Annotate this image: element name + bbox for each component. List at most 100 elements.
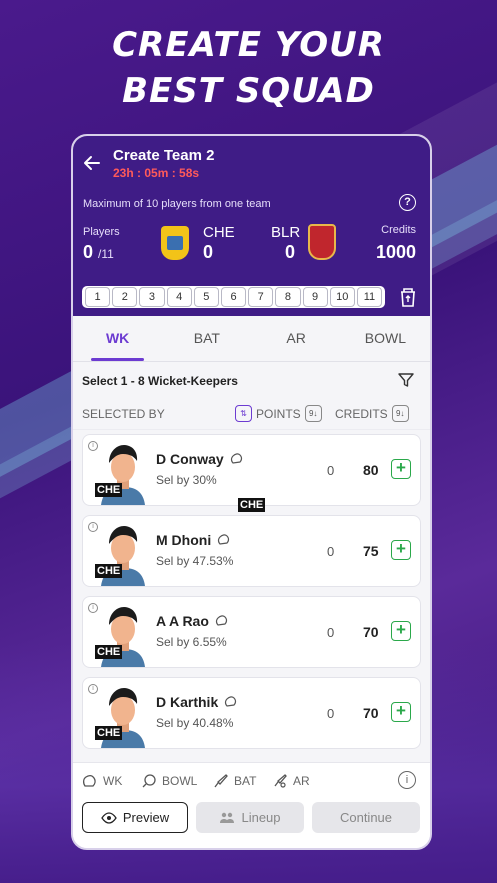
slot: 8 xyxy=(275,287,301,307)
team1-name: CHE xyxy=(203,224,235,241)
player-points: 0 xyxy=(327,625,335,640)
page-title: Create Team 2 xyxy=(113,147,215,164)
slot: 1 xyxy=(85,287,111,307)
footer-actions: Preview Lineup Continue xyxy=(73,798,430,848)
tab-wk[interactable]: WK xyxy=(73,316,162,361)
players-count: 0 /11 xyxy=(83,242,114,262)
player-credits: 75 xyxy=(363,543,379,559)
headline-line2: BEST SQUAD xyxy=(122,71,375,111)
back-arrow-icon[interactable] xyxy=(83,154,101,172)
preview-button[interactable]: Preview xyxy=(82,802,188,833)
slot: 4 xyxy=(166,287,192,307)
team-tag: CHE xyxy=(95,726,123,740)
slot: 11 xyxy=(356,287,383,307)
add-player-button[interactable]: + xyxy=(391,540,411,560)
player-credits: 70 xyxy=(363,705,379,721)
slot: 6 xyxy=(220,287,247,307)
slot: 10 xyxy=(329,287,355,307)
legend-bowl: BOWL xyxy=(141,773,197,789)
legend-info-icon[interactable]: i xyxy=(398,771,416,789)
selected-by: Sel by 30% xyxy=(156,473,217,487)
slot: 3 xyxy=(139,287,165,307)
section-header: Select 1 - 8 Wicket-Keepers xyxy=(73,362,430,400)
player-name: D Conway xyxy=(156,451,244,467)
legend-wk: WK xyxy=(82,773,122,789)
role-legend: WK BOWL BAT AR i xyxy=(73,762,430,798)
section-label: Select 1 - 8 Wicket-Keepers xyxy=(82,374,238,388)
bat-icon xyxy=(214,774,228,788)
add-player-button[interactable]: + xyxy=(391,702,411,722)
max-players-note: Maximum of 10 players from one team xyxy=(83,198,271,210)
eye-icon xyxy=(101,811,117,824)
filter-icon[interactable] xyxy=(398,372,414,388)
sort-credits[interactable]: CREDITS 9↓ xyxy=(335,405,409,422)
add-player-button[interactable]: + xyxy=(391,459,411,479)
player-card[interactable]: i CHE D Karthik Sel by 40.48% 0 70 + xyxy=(82,677,421,749)
slot: 9 xyxy=(302,287,328,307)
team-tag: CHE xyxy=(95,564,123,578)
sort-points[interactable]: ⇅ POINTS 9↓ xyxy=(235,405,322,422)
team-tag: CHE xyxy=(95,483,123,497)
slot: 2 xyxy=(112,287,138,307)
add-player-button[interactable]: + xyxy=(391,621,411,641)
player-credits: 80 xyxy=(363,462,379,478)
slot: 5 xyxy=(193,287,219,307)
sort-selected-by[interactable]: SELECTED BY xyxy=(82,407,165,421)
team-tag: CHE xyxy=(95,645,123,659)
help-icon[interactable]: ? xyxy=(399,194,416,211)
player-points: 0 xyxy=(327,706,335,721)
credits-label: Credits xyxy=(381,224,416,236)
sort-numeric-icon: 9↓ xyxy=(304,405,322,422)
legend-bat: BAT xyxy=(213,773,256,789)
team1-score: 0 xyxy=(203,242,214,262)
player-points: 0 xyxy=(327,544,335,559)
selected-by: Sel by 6.55% xyxy=(156,635,227,649)
phone-screen: Create Team 2 23h : 05m : 58s Maximum of… xyxy=(71,134,432,850)
credits-value: 1000 xyxy=(375,242,416,262)
player-list: i CHE D Conway Sel by 30% 0 80 + i CHE M… xyxy=(73,430,430,762)
players-label: Players xyxy=(83,226,120,238)
tab-bat[interactable]: BAT xyxy=(162,316,251,361)
team2-name: BLR xyxy=(271,224,301,241)
glove-icon xyxy=(218,534,230,545)
player-name: A A Rao xyxy=(156,613,229,629)
player-slots: 1 2 3 4 5 6 7 8 9 10 11 xyxy=(82,286,385,308)
allrounder-icon xyxy=(274,774,287,788)
sort-arrows-icon: ⇅ xyxy=(235,405,252,422)
headline-line1: CREATE YOUR xyxy=(112,25,385,65)
glove-icon xyxy=(225,696,237,707)
player-card[interactable]: i CHE A A Rao Sel by 6.55% 0 70 + xyxy=(82,596,421,668)
sort-credits-label: CREDITS xyxy=(335,406,388,421)
legend-ar: AR xyxy=(272,773,310,789)
clear-team-icon[interactable] xyxy=(398,286,418,308)
glove-icon xyxy=(230,453,242,464)
glove-icon xyxy=(82,774,96,787)
people-icon xyxy=(220,812,235,823)
glove-icon xyxy=(215,615,227,626)
continue-button[interactable]: Continue xyxy=(312,802,420,833)
floating-team-tag: CHE xyxy=(238,498,266,512)
role-tabs: WK BAT AR BOWL xyxy=(73,316,430,362)
sort-row: SELECTED BY ⇅ POINTS 9↓ CREDITS 9↓ xyxy=(73,400,430,430)
player-points: 0 xyxy=(327,463,335,478)
team1-logo xyxy=(161,226,189,260)
team-header: Create Team 2 23h : 05m : 58s Maximum of… xyxy=(73,136,430,316)
team2-score: 0 xyxy=(285,242,296,262)
player-name: D Karthik xyxy=(156,694,238,710)
player-name: M Dhoni xyxy=(156,532,231,548)
player-card[interactable]: i CHE D Conway Sel by 30% 0 80 + xyxy=(82,434,421,506)
promo-headline: CREATE YOUR BEST SQUAD xyxy=(0,22,497,114)
sort-points-label: POINTS xyxy=(256,406,301,421)
selected-by: Sel by 47.53% xyxy=(156,554,234,568)
team2-logo xyxy=(308,224,336,260)
countdown-timer: 23h : 05m : 58s xyxy=(113,166,200,180)
slot: 7 xyxy=(248,287,274,307)
tab-ar[interactable]: AR xyxy=(252,316,341,361)
ball-icon xyxy=(142,774,156,788)
tab-bowl[interactable]: BOWL xyxy=(341,316,430,361)
sort-numeric-icon: 9↓ xyxy=(391,405,409,422)
selected-by: Sel by 40.48% xyxy=(156,716,234,730)
player-credits: 70 xyxy=(363,624,379,640)
player-card[interactable]: i CHE M Dhoni Sel by 47.53% 0 75 + xyxy=(82,515,421,587)
lineup-button[interactable]: Lineup xyxy=(196,802,304,833)
